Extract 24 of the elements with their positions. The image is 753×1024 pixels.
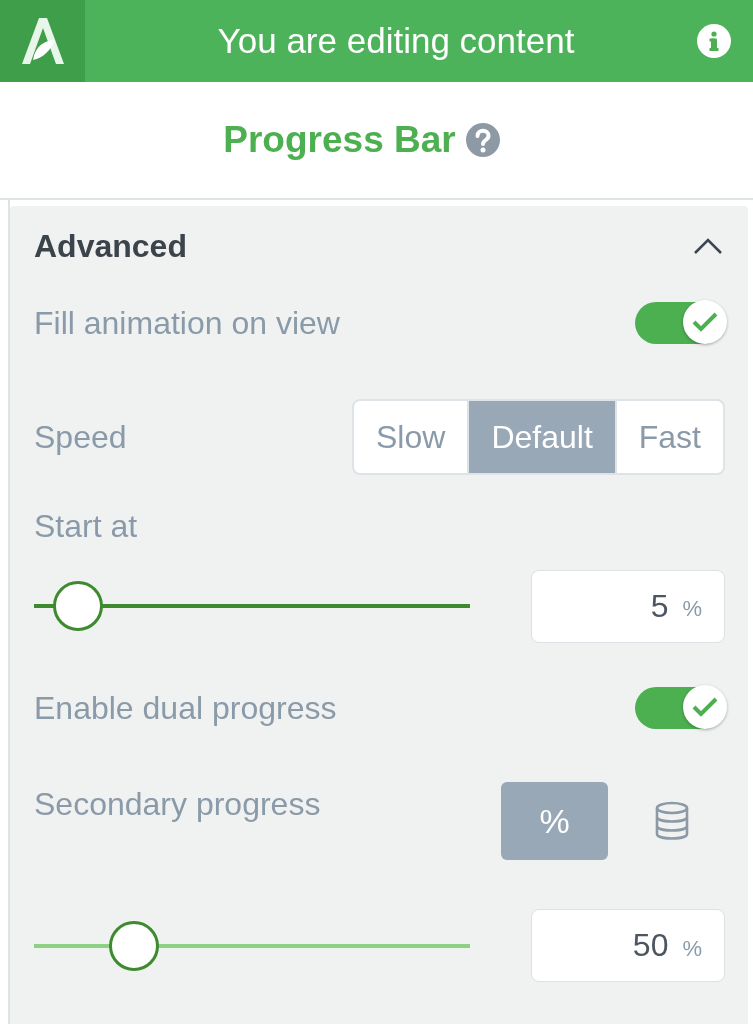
field-label: Enable dual progress [34,689,337,727]
header-title: You are editing content [216,21,576,61]
info-icon [697,24,731,58]
toggle-switch[interactable] [635,687,725,729]
logo-icon [20,16,65,66]
check-icon [692,312,718,332]
field-label: Secondary progress [34,786,321,823]
field-label: Start at [34,507,138,545]
section-title[interactable]: Advanced [34,227,187,265]
field-label: Speed [34,418,127,456]
speed-option[interactable]: Slow [354,401,468,473]
toggle-switch[interactable] [635,302,725,344]
unit-option[interactable]: % [501,782,608,860]
check-icon [692,697,718,717]
number-field[interactable]: 5 % [531,569,725,643]
field-label: Fill animation on view [34,304,340,342]
help-icon [465,123,500,157]
chevron-up-icon[interactable] [693,237,723,255]
speed-option[interactable]: Fast [614,401,723,473]
speed-option[interactable]: Default [467,401,615,473]
block-title: Progress Bar [223,119,456,161]
number-field[interactable]: 50 % [531,909,725,982]
slider-thumb[interactable] [52,581,103,631]
database-icon [653,801,690,841]
